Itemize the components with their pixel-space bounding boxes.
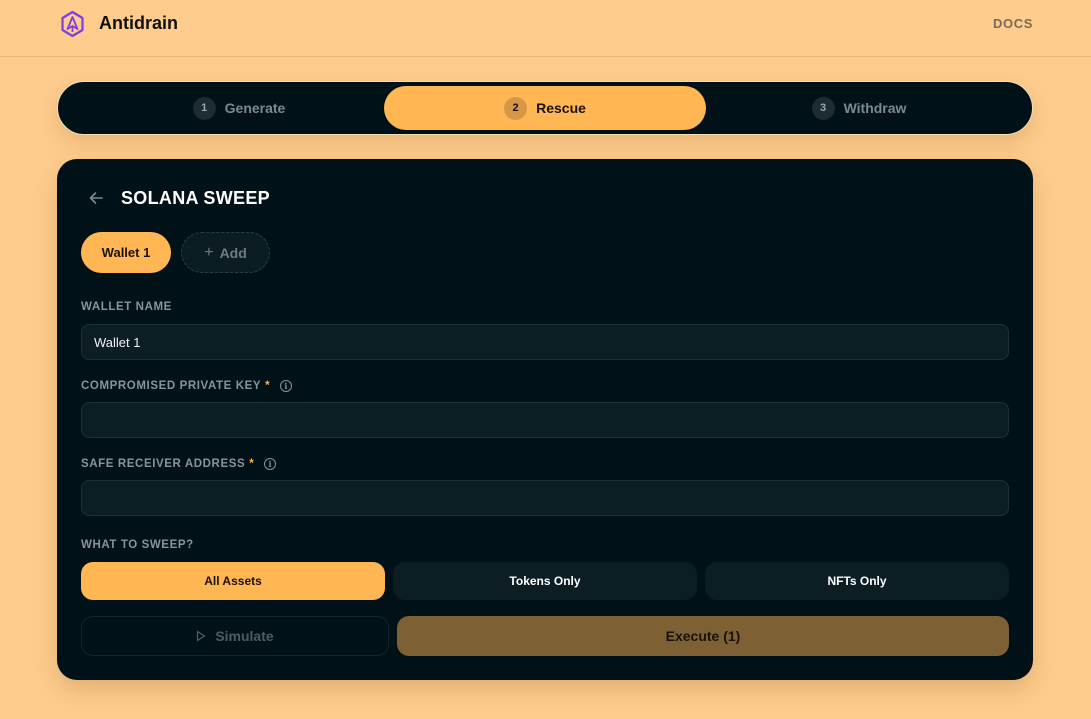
step-rescue[interactable]: 2 Rescue — [384, 86, 706, 130]
private-key-input[interactable] — [81, 402, 1009, 438]
receiver-address-input[interactable] — [81, 480, 1009, 516]
receiver-address-label: SAFE RECEIVER ADDRESS * i — [81, 457, 277, 471]
wallet-name-label-text: WALLET NAME — [81, 301, 172, 313]
step-label: Withdraw — [843, 100, 907, 116]
top-navigation-bar: Antidrain DOCS — [0, 0, 1091, 57]
receiver-address-label-text: SAFE RECEIVER ADDRESS — [81, 458, 246, 470]
private-key-label: COMPROMISED PRIVATE KEY * i — [81, 379, 293, 393]
brand-name[interactable]: Antidrain — [99, 12, 178, 34]
plus-icon: + — [204, 243, 214, 261]
step-number: 1 — [192, 96, 216, 120]
play-icon — [197, 630, 206, 642]
page-title: SOLANA SWEEP — [121, 188, 270, 208]
sweep-type-label-text: WHAT TO SWEEP? — [81, 539, 194, 551]
docs-link[interactable]: DOCS — [993, 16, 1033, 32]
sweep-panel: SOLANA SWEEP Wallet 1 + Add WALLET NAME … — [57, 159, 1033, 680]
step-generate[interactable]: 1 Generate — [78, 86, 400, 130]
step-number: 3 — [811, 96, 835, 120]
wallet-name-input[interactable] — [81, 324, 1009, 360]
arrow-left-icon[interactable] — [87, 189, 105, 207]
wallet-tab-1[interactable]: Wallet 1 — [81, 232, 171, 273]
step-progress-bar: 1 Generate 2 Rescue 3 Withdraw — [57, 81, 1033, 135]
simulate-label: Simulate — [215, 628, 274, 644]
step-label: Rescue — [536, 100, 586, 116]
sweep-type-label: WHAT TO SWEEP? — [81, 538, 194, 552]
sweep-option-tokens-only[interactable]: Tokens Only — [393, 562, 697, 600]
add-wallet-button[interactable]: + Add — [181, 232, 270, 273]
step-withdraw[interactable]: 3 Withdraw — [698, 86, 1020, 130]
antidrain-logo-icon[interactable] — [60, 10, 85, 38]
wallet-name-label: WALLET NAME — [81, 300, 172, 314]
step-label: Generate — [224, 100, 286, 116]
add-wallet-label: Add — [219, 244, 247, 261]
private-key-label-text: COMPROMISED PRIVATE KEY — [81, 380, 262, 392]
step-number: 2 — [504, 96, 528, 120]
simulate-button[interactable]: Simulate — [81, 616, 389, 656]
sweep-option-all-assets[interactable]: All Assets — [81, 562, 385, 600]
sweep-option-nfts-only[interactable]: NFTs Only — [705, 562, 1009, 600]
execute-button[interactable]: Execute (1) — [397, 616, 1009, 656]
info-icon[interactable]: i — [280, 380, 293, 392]
required-marker: * — [249, 458, 255, 470]
info-icon[interactable]: i — [264, 458, 277, 470]
required-marker: * — [265, 380, 271, 392]
